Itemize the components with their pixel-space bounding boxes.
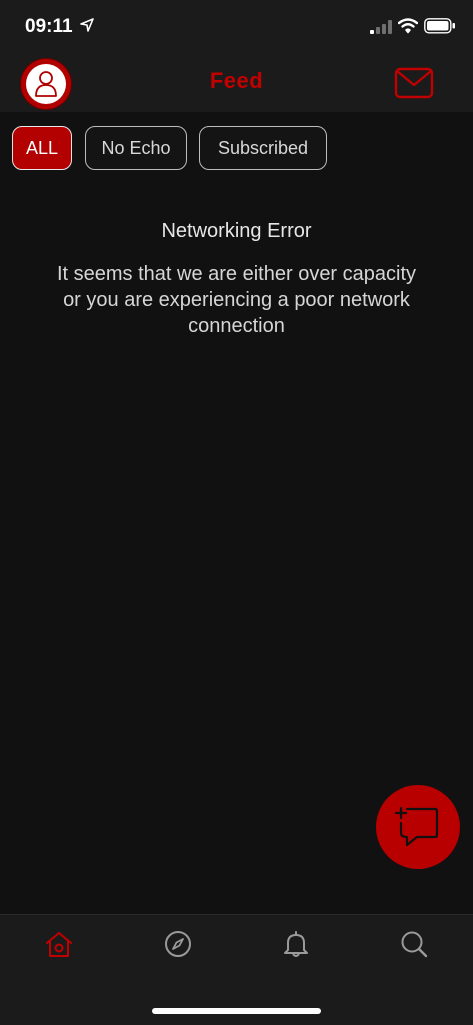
search-icon xyxy=(401,931,428,958)
notifications-bell-icon xyxy=(284,931,308,957)
app-header: Feed xyxy=(0,56,473,112)
new-post-icon xyxy=(395,806,439,847)
feed-filter-bar: ALL No Echo Subscribed xyxy=(0,112,473,182)
wifi-icon xyxy=(398,18,418,34)
tab-search[interactable] xyxy=(399,929,429,959)
tab-home[interactable] xyxy=(44,929,74,959)
new-post-button[interactable] xyxy=(376,785,460,869)
home-icon xyxy=(46,932,72,957)
error-title: Networking Error xyxy=(161,220,312,242)
messages-mail-icon[interactable] xyxy=(394,66,434,100)
tab-notifications[interactable] xyxy=(281,929,311,959)
network-error-panel: Networking Error It seems that we are ei… xyxy=(0,220,473,339)
status-bar: 09:11 xyxy=(0,0,473,56)
battery-icon xyxy=(424,18,455,34)
cellular-signal-icon xyxy=(370,20,392,34)
filter-chip-all[interactable]: ALL xyxy=(12,126,72,170)
error-message: It seems that we are either over capacit… xyxy=(56,263,417,337)
status-time: 09:11 xyxy=(25,16,73,37)
bottom-tab-bar xyxy=(0,914,473,1025)
home-indicator[interactable] xyxy=(152,1008,321,1014)
tab-explore[interactable] xyxy=(163,929,193,959)
location-arrow-icon xyxy=(80,18,94,32)
filter-chip-subscribed[interactable]: Subscribed xyxy=(199,126,327,170)
explore-compass-icon xyxy=(165,931,191,957)
filter-chip-no-echo[interactable]: No Echo xyxy=(85,126,187,170)
